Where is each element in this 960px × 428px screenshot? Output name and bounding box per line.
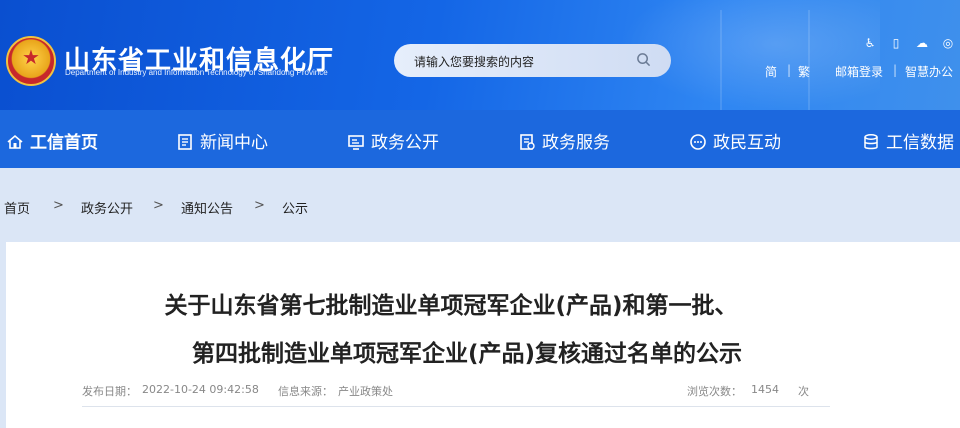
- meta-divider: [82, 406, 830, 407]
- database-icon: [864, 134, 878, 150]
- weibo-icon[interactable]: ◎: [940, 36, 956, 50]
- breadcrumb-publicity[interactable]: 公示: [282, 198, 308, 217]
- simplified-link[interactable]: 简: [765, 63, 777, 80]
- views-label: 浏览次数：: [687, 385, 742, 398]
- breadcrumb-home[interactable]: 首页: [4, 198, 30, 217]
- nav-label: 工信首页: [30, 133, 98, 153]
- article-title-line2: 第四批制造业单项冠军企业(产品)复核通过名单的公示: [191, 341, 743, 367]
- article-card: 关于山东省第七批制造业单项冠军企业(产品)和第一批、 第四批制造业单项冠军企业(…: [6, 242, 960, 428]
- breadcrumb-separator: >: [153, 198, 164, 213]
- nav-label: 政民互动: [713, 133, 781, 153]
- publish-date: 2022-10-24 09:42:58: [142, 383, 259, 396]
- nav-item-news[interactable]: 新闻中心: [176, 128, 268, 153]
- breadcrumb-notices[interactable]: 通知公告: [181, 198, 233, 217]
- nav-label: 政务服务: [542, 133, 610, 153]
- wechat-icon[interactable]: ☁: [914, 36, 930, 50]
- national-emblem-logo[interactable]: [6, 36, 56, 86]
- breadcrumb-separator: >: [53, 198, 64, 213]
- search-input[interactable]: 请输入您要搜索的内容: [414, 53, 534, 70]
- views-unit: 次: [798, 385, 809, 398]
- views-count: 1454: [751, 383, 779, 396]
- smart-office-link[interactable]: 智慧办公: [905, 63, 953, 80]
- search-icon[interactable]: [636, 52, 651, 67]
- nav-label: 工信数据: [886, 133, 954, 153]
- site-header: 山东省工业和信息化厅 Department of Industry and In…: [0, 0, 960, 110]
- nav-item-gov-affairs[interactable]: 政务公开: [347, 128, 439, 153]
- main-nav: 工信首页 新闻中心 政务公开 政务服务 政民互动 工信数据: [0, 110, 960, 168]
- nav-item-gov-services[interactable]: 政务服务: [518, 128, 610, 153]
- chat-icon: [690, 134, 706, 150]
- article-title-line1: 关于山东省第七批制造业单项冠军企业(产品)和第一批、: [164, 293, 738, 319]
- accessibility-icon[interactable]: ♿: [862, 36, 878, 50]
- mobile-icon[interactable]: ▯: [888, 36, 904, 50]
- publish-date-label: 发布日期：: [82, 385, 137, 398]
- search-box[interactable]: 请输入您要搜索的内容: [394, 44, 671, 77]
- nav-label: 新闻中心: [200, 133, 268, 153]
- link-separator: |: [787, 63, 792, 77]
- nav-item-home[interactable]: 工信首页: [6, 128, 98, 153]
- monitor-icon: [348, 135, 364, 150]
- nav-item-data[interactable]: 工信数据: [862, 128, 954, 153]
- source-label: 信息来源：: [278, 385, 333, 398]
- news-icon: [178, 134, 192, 150]
- breadcrumb-gov-affairs[interactable]: 政务公开: [81, 198, 133, 217]
- mail-login-link[interactable]: 邮箱登录: [835, 63, 883, 80]
- nav-label: 政务公开: [371, 133, 439, 153]
- traditional-link[interactable]: 繁: [798, 63, 810, 80]
- link-separator: |: [893, 63, 898, 77]
- source-value: 产业政策处: [338, 385, 393, 398]
- breadcrumb: 首页 > 政务公开 > 通知公告 > 公示: [0, 168, 960, 242]
- site-subtitle: Department of Industry and Information T…: [65, 68, 328, 77]
- service-doc-icon: [520, 134, 535, 150]
- breadcrumb-separator: >: [254, 198, 265, 213]
- nav-item-interaction[interactable]: 政民互动: [689, 128, 781, 153]
- header-links: 简 | 繁 邮箱登录 | 智慧办公: [760, 63, 960, 81]
- header-building-decoration: [720, 10, 810, 110]
- home-icon: [7, 134, 23, 149]
- tool-icons: ♿ ▯ ☁ ◎: [862, 36, 960, 54]
